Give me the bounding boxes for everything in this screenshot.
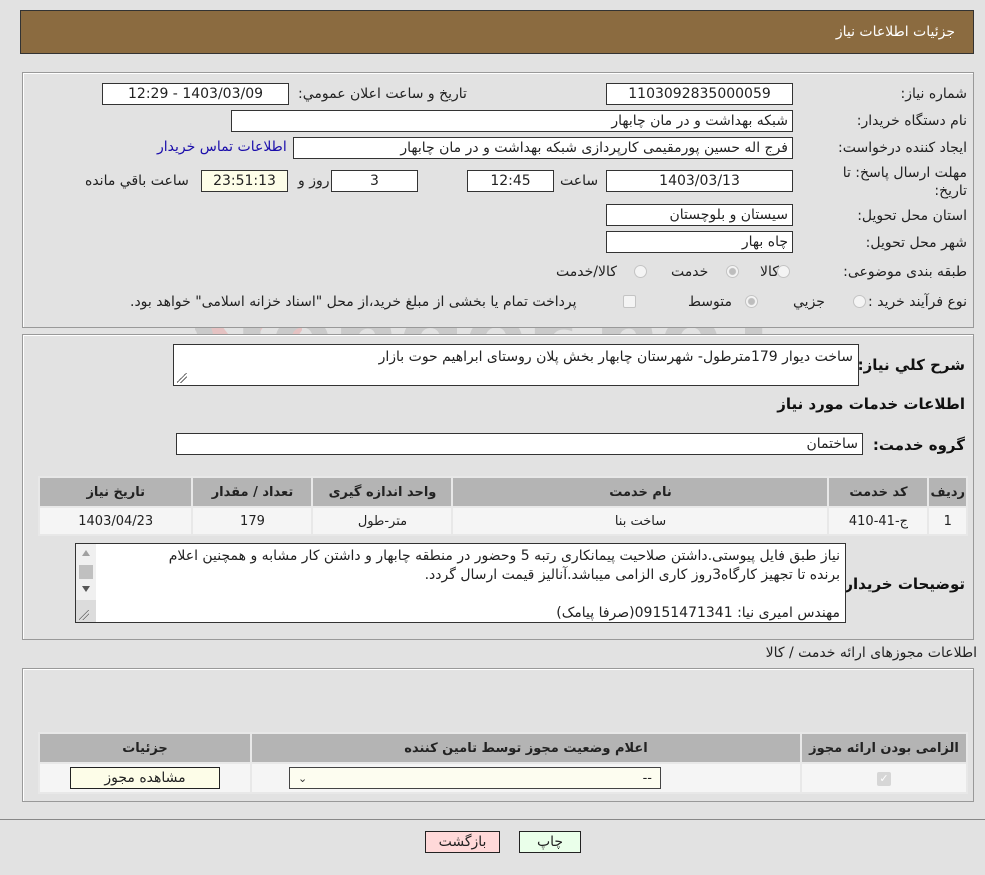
col-license-details: جزئیات — [38, 732, 252, 764]
col-quantity: تعداد / مقدار — [191, 476, 314, 508]
col-row-number: ردیف — [927, 476, 968, 508]
required-checkbox[interactable]: ✓ — [877, 771, 891, 786]
process-option-medium: متوسط — [688, 294, 732, 310]
table-row: ✓ -- ⌄ مشاهده مجوز — [38, 762, 968, 794]
need-number-field: 1103092835000059 — [606, 83, 793, 105]
deadline-date-field: 1403/03/13 — [606, 170, 793, 192]
view-license-button[interactable]: مشاهده مجوز — [70, 767, 220, 789]
cell-row-number: 1 — [927, 506, 968, 536]
scroll-down-icon[interactable] — [82, 586, 90, 592]
col-service-code: کد خدمت — [827, 476, 930, 508]
deadline-label: مهلت ارسال پاسخ: تا تاریخ: — [842, 165, 967, 199]
category-label: طبقه بندی موضوعی: — [843, 264, 967, 280]
city-field: چاه بهار — [606, 231, 793, 253]
buyer-notes-line: برنده تا تجهیز کارگاه3روز کاری الزامی می… — [424, 567, 840, 583]
services-table-header: ردیف کد خدمت نام خدمت واحد اندازه گیری ت… — [37, 476, 968, 508]
category-option-goods: کالا — [760, 264, 779, 280]
need-number-label: شماره نیاز: — [900, 86, 968, 102]
buyer-notes-textarea[interactable]: نیاز طبق فایل پیوستی.داشتن صلاحیت پیمانک… — [75, 543, 846, 623]
license-status-select[interactable]: -- ⌄ — [289, 767, 661, 789]
process-option-minor: جزيي — [793, 294, 825, 310]
cell-service-name: ساخت بنا — [451, 506, 830, 536]
cell-unit: متر-طول — [311, 506, 454, 536]
treasury-checkbox[interactable] — [623, 295, 636, 308]
remaining-time-field: 23:51:13 — [201, 170, 288, 192]
chevron-down-icon: ⌄ — [298, 771, 308, 785]
col-unit: واحد اندازه گیری — [311, 476, 454, 508]
description-text: ساخت دیوار 179مترطول- شهرستان چابهار بخش… — [378, 349, 853, 365]
process-radio-minor[interactable] — [853, 295, 866, 308]
footer-divider — [0, 819, 985, 820]
cell-service-code: ج-41-410 — [827, 506, 930, 536]
announce-datetime-field: 1403/03/09 - 12:29 — [102, 83, 289, 105]
category-option-goods-service: کالا/خدمت — [556, 264, 617, 280]
cell-license-details: مشاهده مجوز — [38, 762, 252, 794]
buyer-org-label: نام دستگاه خریدار: — [856, 113, 967, 129]
licenses-table-header: الزامی بودن ارائه مجوز اعلام وضعیت مجوز … — [38, 732, 968, 764]
services-section-title: اطلاعات خدمات مورد نیاز — [777, 395, 965, 413]
services-table: ردیف کد خدمت نام خدمت واحد اندازه گیری ت… — [37, 476, 968, 536]
buyer-contact-link[interactable]: اطلاعات تماس خریدار — [157, 139, 287, 155]
creator-field: فرج اله حسین پورمقیمی کارپردازی شبکه بهد… — [293, 137, 793, 159]
description-label: شرح کلي نیاز: — [857, 356, 965, 374]
province-field: سیستان و بلوچستان — [606, 204, 793, 226]
cell-need-date: 1403/04/23 — [37, 506, 194, 536]
col-license-status: اعلام وضعیت مجوز توسط تامین کننده — [250, 732, 802, 764]
creator-label: ایجاد کننده درخواست: — [838, 140, 967, 156]
buyer-org-field: شبکه بهداشت و در مان چابهار — [231, 110, 793, 132]
page-header: جزئیات اطلاعات نیاز — [20, 10, 974, 54]
process-label: نوع فرآیند خرید : — [868, 294, 967, 310]
days-remaining-field: 3 — [331, 170, 418, 192]
page-title: جزئیات اطلاعات نیاز — [835, 24, 955, 40]
licenses-section-title: اطلاعات مجوزهای ارائه خدمت / کالا — [765, 645, 977, 661]
description-textarea[interactable]: ساخت دیوار 179مترطول- شهرستان چابهار بخش… — [173, 344, 859, 386]
treasury-text: پرداخت تمام یا بخشی از مبلغ خرید،از محل … — [130, 294, 577, 310]
scrollbar-thumb[interactable] — [79, 565, 93, 579]
cell-license-required: ✓ — [800, 762, 968, 794]
province-label: استان محل تحویل: — [857, 208, 967, 224]
license-status-value: -- — [642, 770, 652, 786]
service-group-label: گروه خدمت: — [872, 436, 965, 454]
service-group-field: ساختمان — [176, 433, 863, 455]
buyer-notes-line: مهندس امیری نیا: 09151471341(صرفا پیامک) — [556, 605, 840, 621]
deadline-time-label: ساعت — [560, 173, 599, 189]
announce-label: تاریخ و ساعت اعلان عمومي: — [298, 86, 467, 102]
col-service-name: نام خدمت — [451, 476, 830, 508]
col-license-required: الزامی بودن ارائه مجوز — [800, 732, 968, 764]
print-button[interactable]: چاپ — [519, 831, 581, 853]
category-radio-service[interactable] — [726, 265, 739, 278]
buyer-notes-label: توضیحات خریدار: — [838, 575, 965, 593]
resize-handle-icon[interactable] — [79, 610, 89, 620]
cell-quantity: 179 — [191, 506, 314, 536]
cell-license-status: -- ⌄ — [250, 762, 802, 794]
resize-handle-icon[interactable] — [177, 373, 187, 383]
buyer-notes-line: نیاز طبق فایل پیوستی.داشتن صلاحیت پیمانک… — [168, 548, 840, 564]
category-option-service: خدمت — [671, 264, 709, 280]
process-radio-medium[interactable] — [745, 295, 758, 308]
days-label: روز و — [298, 173, 330, 189]
table-row: 1 ج-41-410 ساخت بنا متر-طول 179 1403/04/… — [37, 506, 968, 536]
licenses-table: الزامی بودن ارائه مجوز اعلام وضعیت مجوز … — [38, 732, 968, 794]
city-label: شهر محل تحویل: — [865, 235, 967, 251]
col-need-date: تاریخ نیاز — [37, 476, 194, 508]
remaining-time-label: ساعت باقي مانده — [85, 173, 189, 189]
scroll-up-icon[interactable] — [82, 550, 90, 556]
category-radio-goods-service[interactable] — [634, 265, 647, 278]
buyer-notes-line — [100, 585, 840, 604]
deadline-time-field: 12:45 — [467, 170, 554, 192]
back-button[interactable]: بازگشت — [425, 831, 500, 853]
